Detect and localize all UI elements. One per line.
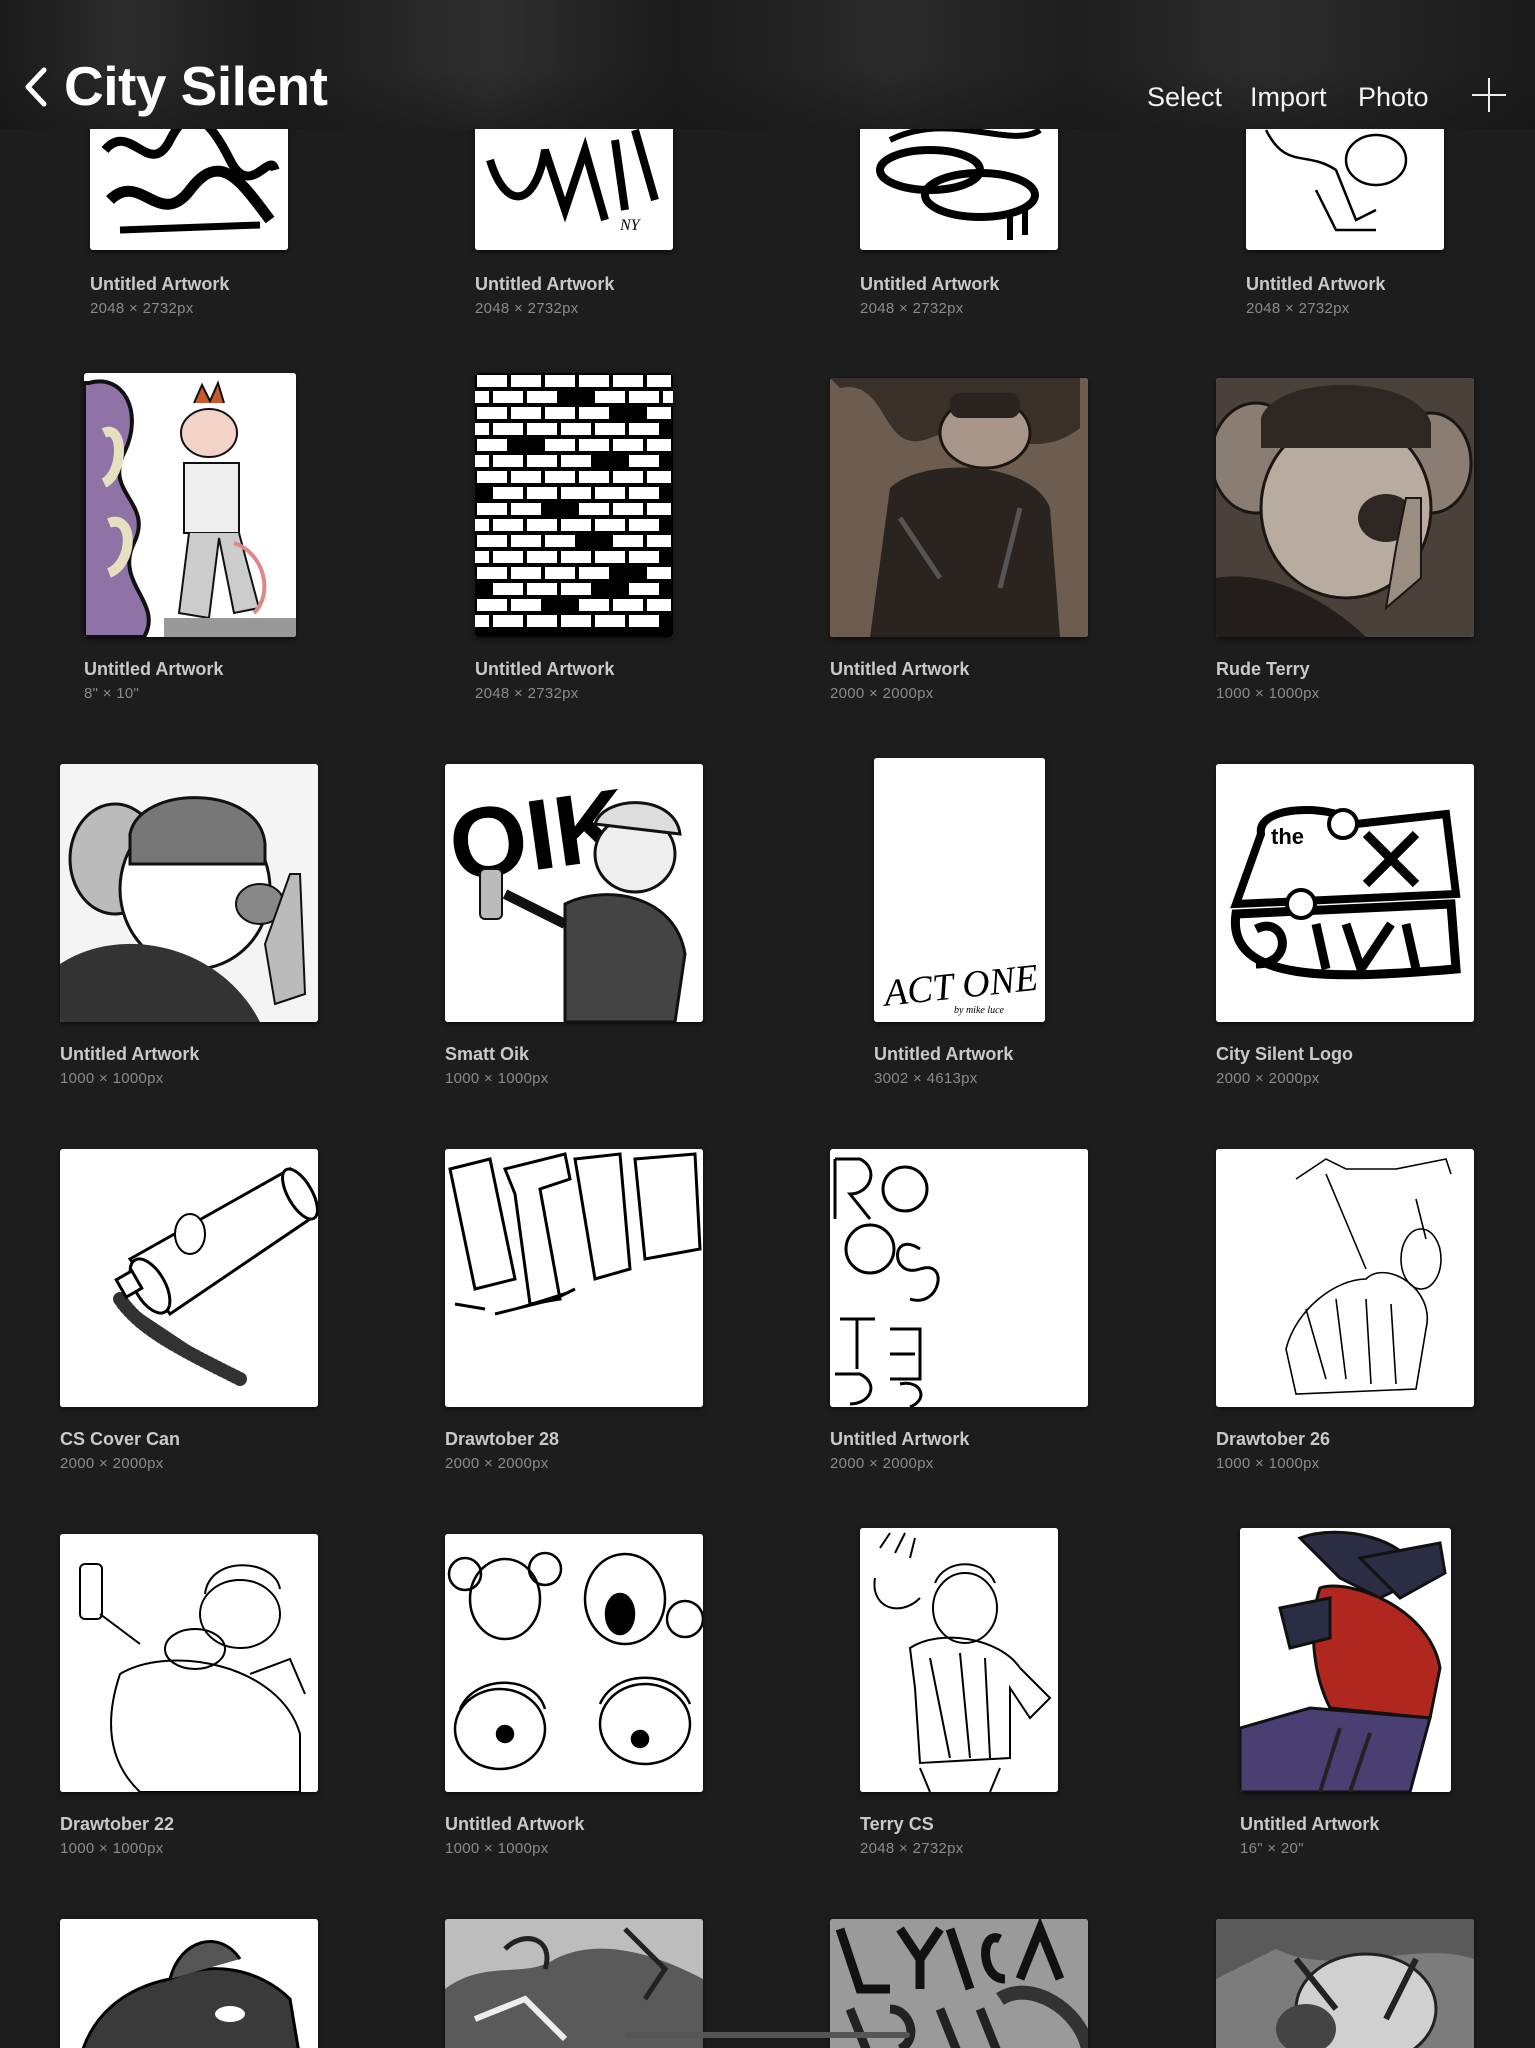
artwork-size: 1000 × 1000px [445,1840,549,1857]
artwork-thumbnail[interactable]: the [1216,764,1474,1022]
artwork-size: 1000 × 1000px [1216,685,1320,702]
artwork-thumbnail[interactable]: NY [475,110,673,250]
artwork-size: 2000 × 2000px [830,685,934,702]
artwork-size: 2048 × 2732px [475,685,579,702]
oik-mouse-icon: OIK [445,764,703,1022]
artwork-name: Untitled Artwork [874,1044,1014,1064]
artwork-name: Smatt Oik [445,1044,530,1064]
spray-mouse-icon [60,1534,318,1792]
brick-wall-icon [475,373,673,637]
rooster-letters-icon [830,1149,1088,1407]
artwork-size: 2048 × 2732px [90,300,194,317]
sepia-character-icon [830,378,1088,637]
lyrical-grey-icon [830,1919,1088,2048]
gallery-page: { "header": { "title": "City Silent", "b… [0,0,1535,2048]
spray-can-icon [60,1149,318,1407]
character-sketch-icon [1246,110,1444,250]
artwork-name: Drawtober 26 [1216,1429,1331,1449]
artwork-size: 1000 × 1000px [60,1840,164,1857]
svg-text:the: the [1271,824,1304,849]
artwork-size: 2048 × 2732px [860,1840,964,1857]
artwork-name: Untitled Artwork [860,274,1000,294]
rude-terry-icon [1216,378,1474,637]
artwork-thumbnail[interactable] [1216,378,1474,637]
artwork-name: Untitled Artwork [90,274,230,294]
artwork-name: Untitled Artwork [445,1814,585,1834]
lettering-sketch-icon [445,1149,703,1407]
act-one-icon: ACT ONE by mike luce [874,758,1045,1022]
select-button[interactable]: Select [1147,82,1222,113]
tag-scribble-icon [860,110,1058,250]
artwork-thumbnail[interactable]: OIK [445,764,703,1022]
artwork-thumbnail[interactable] [1240,1528,1451,1792]
artwork-size: 2000 × 2000px [445,1455,549,1472]
artwork-name: Untitled Artwork [60,1044,200,1064]
plus-icon[interactable] [1472,78,1506,112]
tag-new-york-icon: NY [475,110,673,250]
artwork-name: Untitled Artwork [1246,274,1386,294]
import-button[interactable]: Import [1250,82,1327,113]
red-jacket-icon [1240,1528,1451,1792]
artwork-thumbnail[interactable] [90,110,288,250]
artwork-thumbnail[interactable] [830,1149,1088,1407]
artwork-thumbnail[interactable] [1246,110,1444,250]
artwork-size: 1000 × 1000px [60,1070,164,1087]
artwork-thumbnail[interactable] [475,373,673,637]
artwork-size: 2048 × 2732px [475,300,579,317]
artwork-thumbnail[interactable] [445,1149,703,1407]
artwork-name: Untitled Artwork [475,659,615,679]
artwork-size: 2048 × 2732px [1246,300,1350,317]
terry-sketch-icon [860,1528,1058,1792]
hands-grey-icon [445,1919,703,2048]
artwork-thumbnail[interactable] [860,110,1058,250]
mouse-portrait-icon [60,764,318,1022]
artwork-size: 2000 × 2000px [1216,1070,1320,1087]
artwork-name: Untitled Artwork [830,1429,970,1449]
stack-title[interactable]: City Silent [64,54,328,118]
artwork-thumbnail[interactable]: ACT ONE by mike luce [874,758,1045,1022]
home-indicator[interactable] [625,2032,910,2038]
artwork-size: 3002 × 4613px [874,1070,978,1087]
artwork-thumbnail[interactable] [445,1534,703,1792]
artwork-thumbnail[interactable] [445,1919,703,2048]
city-silent-logo-icon: the [1216,764,1474,1022]
rat-head-icon [60,1919,318,2048]
artwork-size: 1000 × 1000px [1216,1455,1320,1472]
artwork-thumbnail[interactable] [830,1919,1088,2048]
artwork-thumbnail[interactable] [860,1528,1058,1792]
artwork-name: Untitled Artwork [475,274,615,294]
artwork-thumbnail[interactable] [60,1534,318,1792]
artwork-name: Untitled Artwork [84,659,224,679]
svg-text:NY: NY [619,217,642,234]
tag-graffiti-icon [90,110,288,250]
artwork-thumbnail[interactable] [1216,1919,1474,2048]
artwork-name: City Silent Logo [1216,1044,1353,1064]
artwork-thumbnail[interactable] [830,378,1088,637]
artwork-name: CS Cover Can [60,1429,181,1449]
artwork-thumbnail[interactable] [60,1919,318,2048]
artwork-size: 2000 × 2000px [830,1455,934,1472]
artwork-name: Untitled Artwork [1240,1814,1380,1834]
character-grey-icon [1216,1919,1474,2048]
artwork-size: 1000 × 1000px [445,1070,549,1087]
mouse-heads-icon [445,1534,703,1792]
artwork-thumbnail[interactable] [60,1149,318,1407]
artwork-size: 8" × 10" [84,685,140,702]
artwork-name: Drawtober 22 [60,1814,175,1834]
artwork-thumbnail[interactable] [60,764,318,1022]
artwork-name: Untitled Artwork [830,659,970,679]
artwork-name: Rude Terry [1216,659,1310,679]
artwork-size: 16" × 20" [1240,1840,1304,1857]
chevron-left-icon[interactable] [22,64,54,110]
rooster-character-icon [84,373,296,637]
artwork-size: 2048 × 2732px [860,300,964,317]
artwork-size: 2000 × 2000px [60,1455,164,1472]
svg-text:by mike luce: by mike luce [954,1005,1005,1016]
artwork-name: Drawtober 28 [445,1429,560,1449]
artwork-thumbnail[interactable] [84,373,296,637]
figure-sketch-icon [1216,1149,1474,1407]
artwork-name: Terry CS [860,1814,934,1834]
photo-button[interactable]: Photo [1358,82,1429,113]
artwork-thumbnail[interactable] [1216,1149,1474,1407]
